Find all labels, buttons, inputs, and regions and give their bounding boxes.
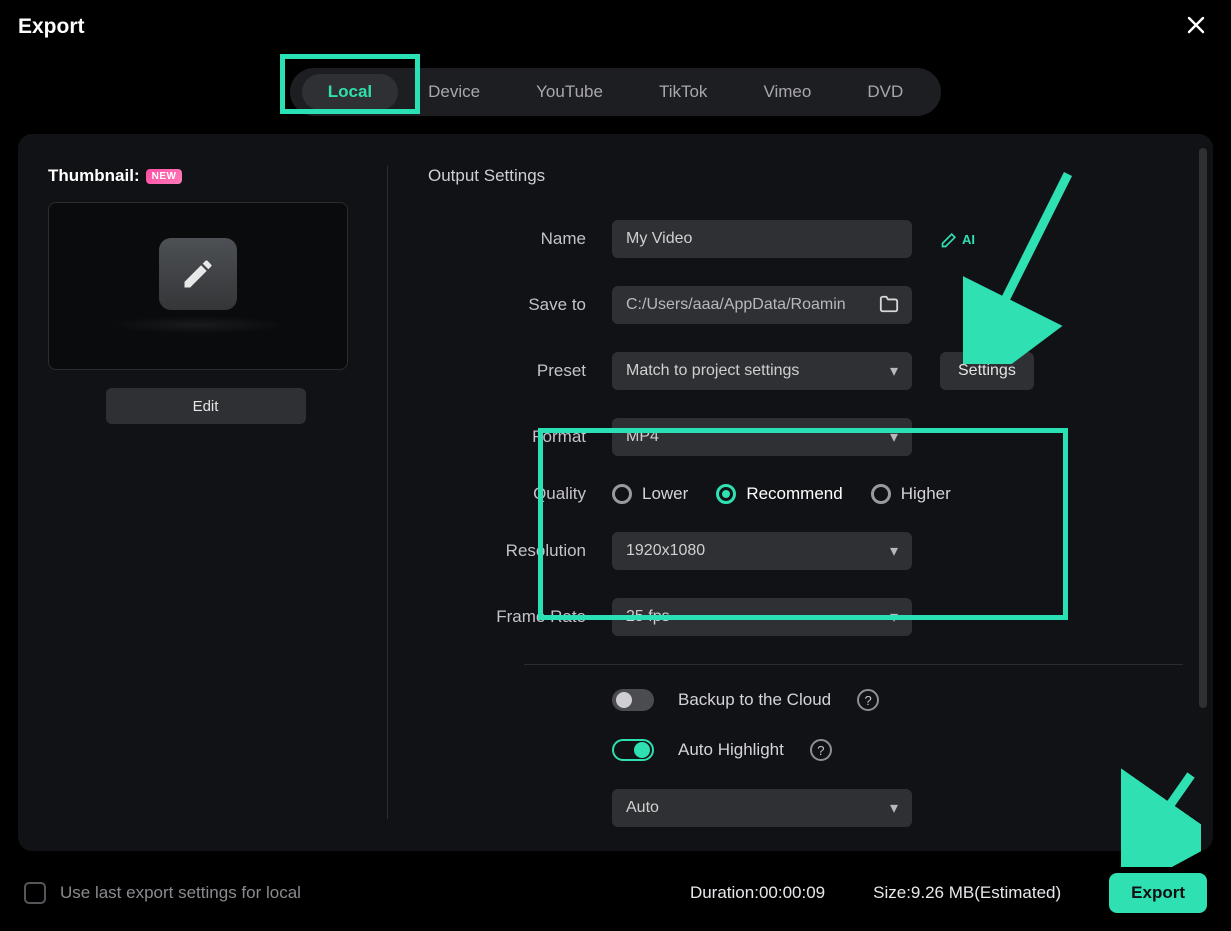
thumbnail-preview[interactable] (48, 202, 348, 370)
quality-label: Quality (428, 484, 612, 504)
thumbnail-shadow (108, 316, 288, 334)
radio-icon (612, 484, 632, 504)
size-text: Size:9.26 MB(Estimated) (873, 883, 1061, 903)
resolution-label: Resolution (428, 541, 612, 561)
pencil-ai-icon (940, 229, 960, 249)
name-input[interactable] (612, 220, 912, 258)
auto-highlight-mode-select[interactable]: Auto ▾ (612, 789, 912, 827)
thumbnail-label: Thumbnail: (48, 166, 140, 186)
divider (524, 664, 1183, 665)
preset-select[interactable]: Match to project settings ▾ (612, 352, 912, 390)
chevron-down-icon: ▾ (890, 427, 898, 447)
backup-help-button[interactable]: ? (857, 689, 879, 711)
use-last-settings-checkbox[interactable] (24, 882, 46, 904)
tab-tiktok[interactable]: TikTok (633, 74, 734, 110)
quality-recommend-radio[interactable]: Recommend (716, 484, 842, 504)
edit-thumbnail-button[interactable]: Edit (106, 388, 306, 424)
tab-local[interactable]: Local (302, 74, 398, 110)
frame-rate-select[interactable]: 25 fps ▾ (612, 598, 912, 636)
export-tabs: Local Device YouTube TikTok Vimeo DVD (290, 68, 941, 116)
backup-cloud-label: Backup to the Cloud (678, 690, 831, 710)
export-button[interactable]: Export (1109, 873, 1207, 913)
format-select[interactable]: MP4 ▾ (612, 418, 912, 456)
auto-highlight-toggle[interactable] (612, 739, 654, 761)
chevron-down-icon: ▾ (890, 361, 898, 381)
quality-lower-radio[interactable]: Lower (612, 484, 688, 504)
output-settings-heading: Output Settings (428, 166, 1183, 186)
tab-vimeo[interactable]: Vimeo (737, 74, 837, 110)
name-label: Name (428, 229, 612, 249)
preset-settings-button[interactable]: Settings (940, 352, 1034, 390)
window-title: Export (18, 15, 85, 39)
quality-higher-radio[interactable]: Higher (871, 484, 951, 504)
tab-dvd[interactable]: DVD (841, 74, 929, 110)
edit-thumbnail-icon (159, 238, 237, 310)
tab-youtube[interactable]: YouTube (510, 74, 629, 110)
frame-rate-label: Frame Rate (428, 607, 612, 627)
duration-text: Duration:00:00:09 (690, 883, 825, 903)
backup-cloud-toggle[interactable] (612, 689, 654, 711)
chevron-down-icon: ▾ (890, 607, 898, 627)
close-button[interactable] (1179, 10, 1213, 44)
use-last-settings-label: Use last export settings for local (60, 883, 301, 903)
save-path-field[interactable]: C:/Users/aaa/AppData/Roamin (612, 286, 912, 324)
browse-folder-button[interactable] (878, 294, 900, 319)
auto-highlight-help-button[interactable]: ? (810, 739, 832, 761)
preset-label: Preset (428, 361, 612, 381)
close-icon (1187, 16, 1205, 34)
folder-icon (878, 294, 900, 314)
new-badge: NEW (146, 169, 183, 184)
chevron-down-icon: ▾ (890, 541, 898, 561)
radio-icon (871, 484, 891, 504)
save-to-label: Save to (428, 295, 612, 315)
tab-device[interactable]: Device (402, 74, 506, 110)
resolution-select[interactable]: 1920x1080 ▾ (612, 532, 912, 570)
scrollbar[interactable] (1199, 148, 1207, 837)
radio-checked-icon (716, 484, 736, 504)
scrollbar-thumb[interactable] (1199, 148, 1207, 708)
auto-highlight-label: Auto Highlight (678, 740, 784, 760)
format-label: Format (428, 427, 612, 447)
ai-name-button[interactable]: AI (940, 229, 975, 249)
chevron-down-icon: ▾ (890, 798, 898, 818)
